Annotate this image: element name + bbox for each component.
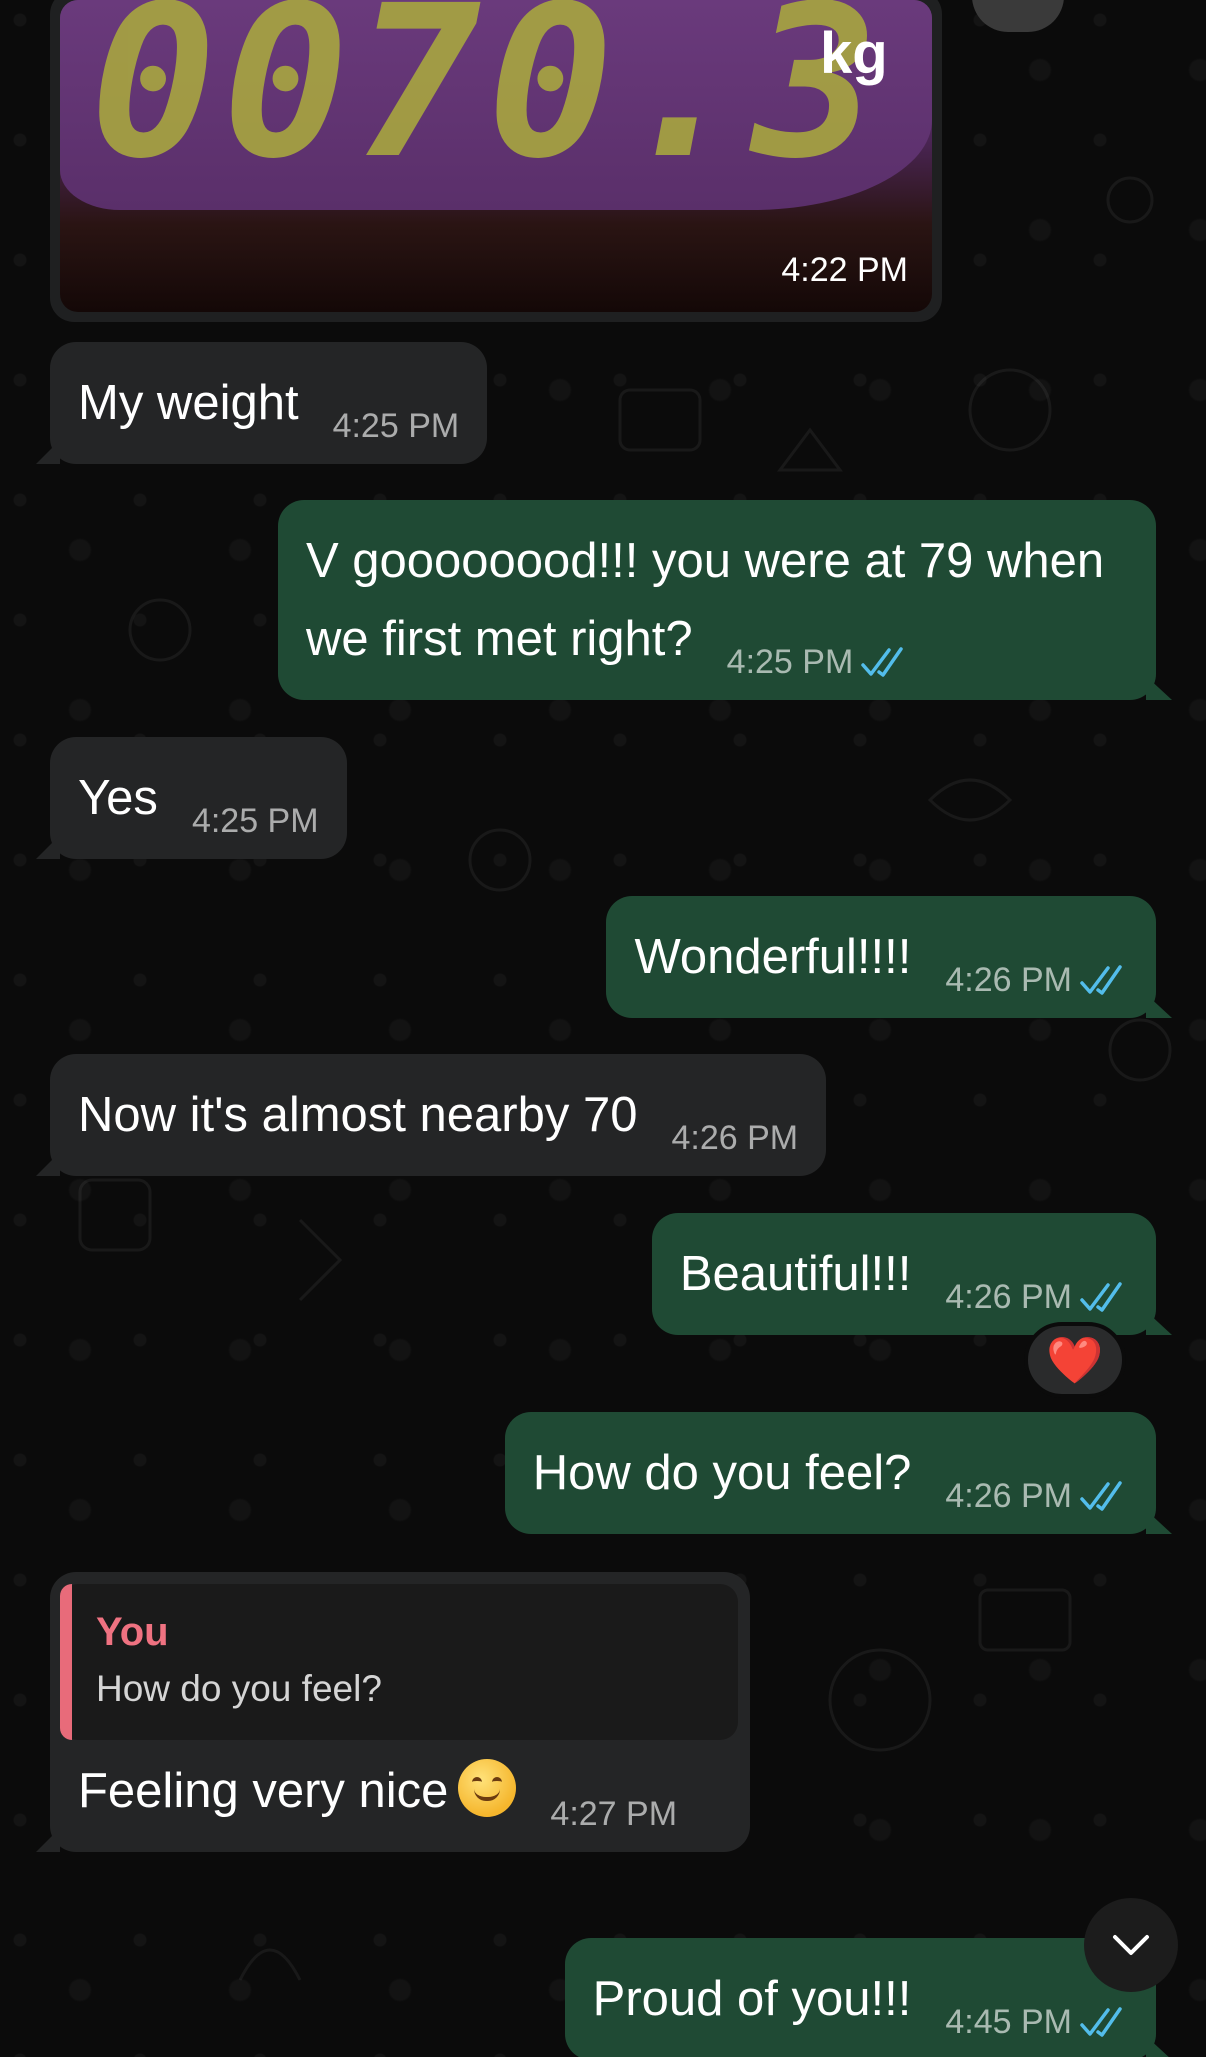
timestamp: 4:25 PM <box>332 407 460 445</box>
double-check-icon <box>1080 2007 1122 2037</box>
message-outgoing[interactable]: Wonderful!!!! 4:26 PM <box>606 896 1172 1018</box>
message-text: Yes <box>78 771 158 825</box>
smiling-face-emoji <box>458 1759 517 1818</box>
photo-message[interactable]: 0070.3 kg 4:22 PM <box>50 0 942 322</box>
message-outgoing[interactable]: Proud of you!!! 4:45 PM <box>564 1938 1173 2057</box>
message-incoming-reply[interactable]: You How do you feel? Feeling very nice 4:… <box>36 1572 750 1852</box>
message-time: 4:26 PM <box>945 963 1128 997</box>
message-time: 4:27 PM <box>550 1797 677 1831</box>
message-outgoing[interactable]: V goooooood!!! you were at 79 when we fi… <box>278 500 1172 700</box>
message-text: Feeling very nice <box>78 1764 449 1818</box>
quote-text: How do you feel? <box>96 1668 382 1709</box>
scroll-to-bottom-button[interactable] <box>1084 1898 1178 1992</box>
double-check-icon <box>1080 1481 1122 1511</box>
message-time: 4:25 PM <box>333 409 460 443</box>
scale-unit: kg <box>820 21 888 86</box>
message-outgoing[interactable]: How do you feel? 4:26 PM <box>504 1412 1173 1534</box>
message-text: Now it's almost nearby 70 <box>78 1088 638 1142</box>
quote-author: You <box>96 1610 169 1654</box>
timestamp: 4:45 PM <box>945 2003 1072 2041</box>
message-time: 4:26 PM <box>945 1479 1128 1513</box>
timestamp: 4:25 PM <box>191 802 319 840</box>
message-incoming[interactable]: Now it's almost nearby 70 4:26 PM <box>35 1054 827 1176</box>
message-text: Wonderful!!!! <box>634 930 912 984</box>
scale-digits: 0070.3 <box>90 0 885 205</box>
message-text: My weight <box>78 376 299 430</box>
message-incoming[interactable]: My weight 4:25 PM <box>35 342 488 464</box>
timestamp: 4:26 PM <box>945 1278 1072 1316</box>
timestamp: 4:27 PM <box>550 1795 678 1833</box>
double-check-icon <box>1080 1282 1122 1312</box>
quoted-message[interactable]: You How do you feel? <box>60 1584 738 1740</box>
message-text: How do you feel? <box>532 1446 912 1500</box>
message-time: 4:25 PM <box>192 804 319 838</box>
message-text: Beautiful!!! <box>679 1247 912 1301</box>
heart-reaction[interactable]: ❤️ <box>1024 1322 1126 1398</box>
heart-icon: ❤️ <box>1046 1333 1104 1386</box>
timestamp: 4:26 PM <box>945 1477 1072 1515</box>
message-time: 4:26 PM <box>945 1280 1128 1314</box>
weight-scale-photo[interactable]: 0070.3 kg 4:22 PM <box>60 0 932 312</box>
message-text: V goooooood!!! you were at 79 when we fi… <box>306 534 1105 666</box>
photo-timestamp: 4:22 PM <box>781 251 908 289</box>
double-check-icon <box>1080 965 1122 995</box>
timestamp: 4:26 PM <box>945 961 1072 999</box>
message-time: 4:26 PM <box>671 1121 798 1155</box>
message-time: 4:45 PM <box>945 2005 1128 2039</box>
message-outgoing[interactable]: Beautiful!!! 4:26 PM <box>651 1213 1173 1335</box>
message-time: 4:25 PM <box>727 645 910 679</box>
double-check-icon <box>861 647 904 677</box>
timestamp: 4:25 PM <box>726 643 854 681</box>
message-incoming[interactable]: Yes 4:25 PM <box>36 737 347 859</box>
chevron-down-icon <box>1113 1935 1149 1955</box>
message-text: Proud of you!!! <box>592 1972 912 2026</box>
timestamp: 4:26 PM <box>671 1119 799 1157</box>
